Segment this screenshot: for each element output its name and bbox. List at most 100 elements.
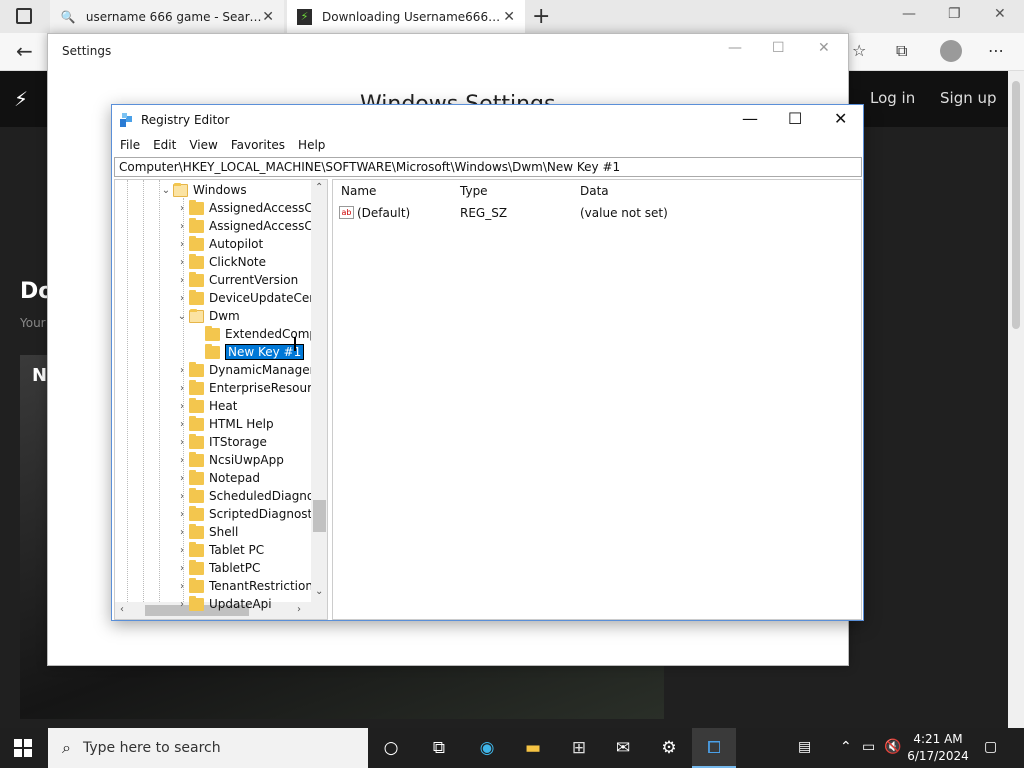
chevron-right-icon[interactable]: › <box>175 257 189 268</box>
chevron-right-icon[interactable]: › <box>175 509 189 520</box>
chevron-right-icon[interactable]: › <box>175 275 189 286</box>
chevron-right-icon[interactable]: › <box>175 527 189 538</box>
column-header-name[interactable]: Name <box>341 184 376 198</box>
tree-item[interactable]: › TenantRestrictions <box>175 577 311 595</box>
chevron-right-icon[interactable]: › <box>175 491 189 502</box>
tree-item[interactable]: › ScheduledDiagnos <box>175 487 311 505</box>
minimize-button[interactable]: — <box>902 6 916 22</box>
tree-item[interactable]: › Shell <box>175 523 238 541</box>
tree-vertical-scrollbar[interactable]: ⌃ ⌄ <box>311 180 327 602</box>
regedit-taskbar-active[interactable]: ⧠ <box>692 728 736 768</box>
tree-item[interactable]: ⌄ Dwm <box>175 307 240 325</box>
chevron-right-icon[interactable]: › <box>175 383 189 394</box>
column-header-type[interactable]: Type <box>460 184 488 198</box>
chevron-right-icon[interactable]: › <box>175 419 189 430</box>
collections-icon[interactable]: ⧉ <box>896 41 907 61</box>
tree-item[interactable]: › Tablet PC <box>175 541 264 559</box>
tree-item[interactable]: ExtendedComp <box>191 325 311 343</box>
tree-item[interactable]: › ClickNote <box>175 253 266 271</box>
mail-icon[interactable]: ✉ <box>610 736 636 760</box>
chevron-right-icon[interactable]: › <box>175 293 189 304</box>
tree-item[interactable]: › TabletPC <box>175 559 260 577</box>
tree-item[interactable]: › EnterpriseResource <box>175 379 311 397</box>
tree-item[interactable]: New Key #1 <box>191 343 306 361</box>
favorites-icon[interactable]: ☆ <box>852 41 866 60</box>
close-icon[interactable]: ✕ <box>503 9 515 25</box>
tree-item[interactable]: › AssignedAccessCo <box>175 199 311 217</box>
tree-item[interactable]: › AssignedAccessCsp <box>175 217 311 235</box>
chevron-right-icon[interactable]: › <box>175 203 189 214</box>
tree-item[interactable]: › Notepad <box>175 469 260 487</box>
edge-icon[interactable]: ◉ <box>474 736 500 760</box>
chevron-right-icon[interactable]: › <box>175 581 189 592</box>
tab-download[interactable]: ⚡ Downloading Username666 : Int ✕ <box>287 0 525 33</box>
tree-item[interactable]: › UpdateApi <box>175 595 272 613</box>
chevron-right-icon[interactable]: › <box>175 473 189 484</box>
menu-help[interactable]: Help <box>298 138 325 152</box>
tree-item[interactable]: › Autopilot <box>175 235 263 253</box>
chevron-right-icon[interactable]: › <box>175 455 189 466</box>
close-button[interactable]: ✕ <box>834 109 847 128</box>
tree-item[interactable]: › Heat <box>175 397 237 415</box>
network-icon[interactable]: ▭ <box>862 739 875 755</box>
chevron-right-icon[interactable]: › <box>175 365 189 376</box>
store-icon[interactable]: ⊞ <box>566 736 592 760</box>
regedit-titlebar[interactable]: Registry Editor — ☐ ✕ <box>112 105 863 135</box>
scroll-down-icon[interactable]: ⌄ <box>315 586 323 597</box>
close-button[interactable]: ✕ <box>994 6 1006 22</box>
news-icon[interactable]: ▤ <box>798 739 811 755</box>
tree-item[interactable]: › CurrentVersion <box>175 271 298 289</box>
file-explorer-icon[interactable]: ▬ <box>520 736 546 760</box>
menu-file[interactable]: File <box>120 138 140 152</box>
chevron-down-icon[interactable]: ⌄ <box>159 185 173 196</box>
chevron-right-icon[interactable]: › <box>175 239 189 250</box>
restore-button[interactable]: ❐ <box>948 6 961 22</box>
new-tab-button[interactable]: + <box>532 4 550 29</box>
back-arrow-icon[interactable]: ← <box>16 39 33 63</box>
chevron-right-icon[interactable]: › <box>175 401 189 412</box>
tree-item[interactable]: › ITStorage <box>175 433 267 451</box>
task-view-icon[interactable]: ⧉ <box>426 736 452 760</box>
value-row[interactable]: ab (Default) REG_SZ (value not set) <box>333 204 861 222</box>
close-button[interactable]: ✕ <box>818 40 830 56</box>
scrollbar-thumb[interactable] <box>1012 81 1020 329</box>
tree-item[interactable]: › NcsiUwpApp <box>175 451 284 469</box>
avatar[interactable] <box>940 40 962 62</box>
scroll-up-icon[interactable]: ⌃ <box>315 182 323 193</box>
minimize-button[interactable]: — <box>728 40 742 56</box>
tab-search[interactable]: 🔍 username 666 game - Search ✕ <box>50 0 284 33</box>
menu-view[interactable]: View <box>189 138 217 152</box>
chevron-down-icon[interactable]: ⌄ <box>175 311 189 322</box>
tree-item[interactable]: › DeviceUpdateCent <box>175 289 311 307</box>
cortana-icon[interactable]: ○ <box>378 736 404 760</box>
close-icon[interactable]: ✕ <box>262 9 274 25</box>
settings-gear-icon[interactable]: ⚙ <box>656 736 682 760</box>
chevron-right-icon[interactable]: › <box>175 599 189 610</box>
column-header-data[interactable]: Data <box>580 184 609 198</box>
scrollbar-thumb[interactable] <box>313 500 326 532</box>
maximize-button[interactable]: ☐ <box>788 109 802 128</box>
chevron-right-icon[interactable]: › <box>175 437 189 448</box>
chevron-up-icon[interactable]: ⌃ <box>840 739 852 755</box>
tree-item-rename-input[interactable]: New Key #1 <box>223 343 306 361</box>
taskbar-search[interactable]: ⌕ Type here to search <box>48 728 368 768</box>
chevron-right-icon[interactable]: › <box>175 563 189 574</box>
tab-actions-icon[interactable] <box>16 8 32 24</box>
registry-tree[interactable]: ⌃ ⌄ ‹ › ⌄ Windows › AssignedAccessCo › Assign… <box>114 179 328 620</box>
tree-item[interactable]: › ScriptedDiagnostic <box>175 505 311 523</box>
maximize-button[interactable]: ☐ <box>772 40 785 56</box>
address-bar[interactable]: Computer\HKEY_LOCAL_MACHINE\SOFTWARE\Mic… <box>114 157 862 177</box>
more-icon[interactable]: ⋯ <box>988 41 1004 60</box>
minimize-button[interactable]: — <box>742 109 758 128</box>
signup-link[interactable]: Sign up <box>940 89 997 107</box>
login-link[interactable]: Log in <box>870 89 915 107</box>
tree-item[interactable]: › HTML Help <box>175 415 274 433</box>
menu-edit[interactable]: Edit <box>153 138 176 152</box>
volume-muted-icon[interactable]: 🔇 <box>884 739 901 755</box>
tree-item[interactable]: ⌄ Windows <box>159 181 247 199</box>
windows-start-icon[interactable] <box>14 739 32 757</box>
notifications-icon[interactable]: ▢ <box>984 739 997 755</box>
scroll-left-icon[interactable]: ‹ <box>120 604 124 615</box>
clock[interactable]: 4:21 AM 6/17/2024 <box>906 731 970 765</box>
menu-favorites[interactable]: Favorites <box>231 138 285 152</box>
